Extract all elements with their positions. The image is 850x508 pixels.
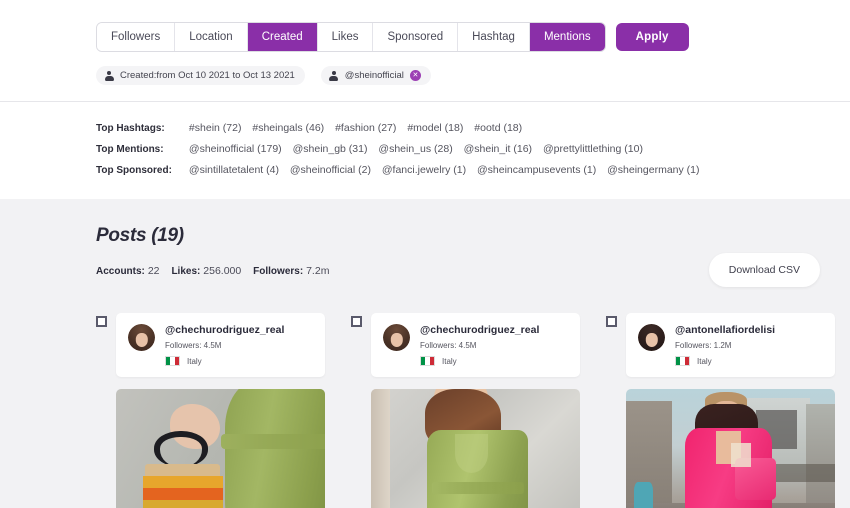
close-icon[interactable]: ✕ xyxy=(409,70,421,81)
posts-stats: Accounts: 22 Likes: 256.000 Followers: 7… xyxy=(96,265,329,277)
top-mention-item[interactable]: @shein_it (16) xyxy=(464,143,532,155)
posts-grid: @chechurodriguez_real Followers: 4.5M It… xyxy=(0,313,850,508)
post-image[interactable] xyxy=(116,389,325,508)
post-select-checkbox[interactable] xyxy=(351,316,362,327)
post-card-wrapper: @antonellafiordelisi Followers: 1.2M Ita… xyxy=(606,313,835,508)
post-account-handle[interactable]: @antonellafiordelisi xyxy=(675,324,775,337)
likes-label: Likes: xyxy=(171,266,201,277)
top-mentions-row: Top Mentions: @sheinofficial (179) @shei… xyxy=(96,139,850,160)
tab-mentions[interactable]: Mentions xyxy=(529,23,605,51)
filter-tabs-row: Followers Location Created Likes Sponsor… xyxy=(0,22,850,52)
filter-chip-created[interactable]: Created:from Oct 10 2021 to Oct 13 2021 xyxy=(96,66,305,85)
top-mention-item[interactable]: @shein_us (28) xyxy=(378,143,452,155)
italy-flag-icon xyxy=(420,356,435,366)
filter-chip-created-label: Created:from Oct 10 2021 to Oct 13 2021 xyxy=(120,70,295,81)
tab-followers[interactable]: Followers xyxy=(97,23,176,51)
post-account-followers: Followers: 1.2M xyxy=(675,341,732,350)
person-icon xyxy=(104,70,114,81)
top-sponsored-row: Top Sponsored: @sintillatetalent (4) @sh… xyxy=(96,160,850,181)
post-card-wrapper: @chechurodriguez_real Followers: 4.5M It… xyxy=(96,313,325,508)
filter-chip-mention-label: @sheinofficial xyxy=(344,70,404,81)
post-card[interactable]: @chechurodriguez_real Followers: 4.5M It… xyxy=(116,313,325,508)
post-image[interactable] xyxy=(626,389,835,508)
filter-chip-mention[interactable]: @sheinofficial ✕ xyxy=(320,66,431,85)
tab-sponsored[interactable]: Sponsored xyxy=(373,23,459,51)
avatar xyxy=(383,324,410,351)
top-hashtag-item[interactable]: #model (18) xyxy=(407,122,463,134)
tab-created[interactable]: Created xyxy=(247,23,318,51)
top-hashtag-item[interactable]: #shein (72) xyxy=(189,122,242,134)
post-country-label: Italy xyxy=(187,356,202,366)
filter-tab-group: Followers Location Created Likes Sponsor… xyxy=(96,22,606,52)
top-sponsored-item[interactable]: @sheinofficial (2) xyxy=(290,164,371,176)
post-account-followers: Followers: 4.5M xyxy=(165,341,222,350)
post-card[interactable]: @antonellafiordelisi Followers: 1.2M Ita… xyxy=(626,313,835,508)
top-mention-item[interactable]: @prettylittlething (10) xyxy=(543,143,643,155)
active-filter-chips: Created:from Oct 10 2021 to Oct 13 2021 … xyxy=(0,66,850,85)
post-account-country: Italy xyxy=(420,356,539,366)
apply-button[interactable]: Apply xyxy=(615,23,689,51)
avatar xyxy=(638,324,665,351)
post-account-handle[interactable]: @chechurodriguez_real xyxy=(420,324,539,337)
accounts-label: Accounts: xyxy=(96,266,145,277)
accounts-value: 22 xyxy=(147,265,160,277)
post-card[interactable]: @chechurodriguez_real Followers: 4.5M It… xyxy=(371,313,580,508)
top-sponsored-item[interactable]: @sheincampusevents (1) xyxy=(477,164,596,176)
followers-label: Followers: xyxy=(253,266,304,277)
filter-panel: Followers Location Created Likes Sponsor… xyxy=(0,0,850,102)
post-card-wrapper: @chechurodriguez_real Followers: 4.5M It… xyxy=(351,313,580,508)
top-terms-summary: Top Hashtags: #shein (72) #sheingals (46… xyxy=(0,102,850,199)
top-hashtags-row: Top Hashtags: #shein (72) #sheingals (46… xyxy=(96,118,850,139)
post-account-country: Italy xyxy=(675,356,775,366)
posts-header: Posts (19) Accounts: 22 Likes: 256.000 F… xyxy=(0,225,850,287)
followers-value: 7.2m xyxy=(306,265,330,277)
person-icon xyxy=(329,70,339,81)
top-hashtag-item[interactable]: #ootd (18) xyxy=(474,122,522,134)
post-card-header: @chechurodriguez_real Followers: 4.5M It… xyxy=(116,313,325,377)
top-mention-item[interactable]: @shein_gb (31) xyxy=(293,143,368,155)
download-csv-button[interactable]: Download CSV xyxy=(708,253,820,287)
post-card-header: @chechurodriguez_real Followers: 4.5M It… xyxy=(371,313,580,377)
post-select-checkbox[interactable] xyxy=(96,316,107,327)
tab-hashtag[interactable]: Hashtag xyxy=(458,23,530,51)
post-card-header: @antonellafiordelisi Followers: 1.2M Ita… xyxy=(626,313,835,377)
top-mention-item[interactable]: @sheinofficial (179) xyxy=(189,143,282,155)
italy-flag-icon xyxy=(675,356,690,366)
top-mentions-label: Top Mentions: xyxy=(96,144,164,155)
post-country-label: Italy xyxy=(442,356,457,366)
top-sponsored-item[interactable]: @sheingermany (1) xyxy=(607,164,699,176)
post-account-handle[interactable]: @chechurodriguez_real xyxy=(165,324,284,337)
tab-location[interactable]: Location xyxy=(175,23,248,51)
top-sponsored-item[interactable]: @fanci.jewelry (1) xyxy=(382,164,466,176)
top-hashtags-label: Top Hashtags: xyxy=(96,123,165,134)
top-hashtag-item[interactable]: #fashion (27) xyxy=(335,122,396,134)
italy-flag-icon xyxy=(165,356,180,366)
tab-likes[interactable]: Likes xyxy=(317,23,374,51)
post-account-followers: Followers: 4.5M xyxy=(420,341,477,350)
top-sponsored-label: Top Sponsored: xyxy=(96,165,172,176)
avatar xyxy=(128,324,155,351)
post-country-label: Italy xyxy=(697,356,712,366)
likes-value: 256.000 xyxy=(203,265,242,277)
post-select-checkbox[interactable] xyxy=(606,316,617,327)
top-sponsored-item[interactable]: @sintillatetalent (4) xyxy=(189,164,279,176)
post-image[interactable] xyxy=(371,389,580,508)
post-account-country: Italy xyxy=(165,356,284,366)
page-title: Posts (19) xyxy=(96,225,184,246)
posts-section: Posts (19) Accounts: 22 Likes: 256.000 F… xyxy=(0,199,850,508)
top-hashtag-item[interactable]: #sheingals (46) xyxy=(252,122,324,134)
